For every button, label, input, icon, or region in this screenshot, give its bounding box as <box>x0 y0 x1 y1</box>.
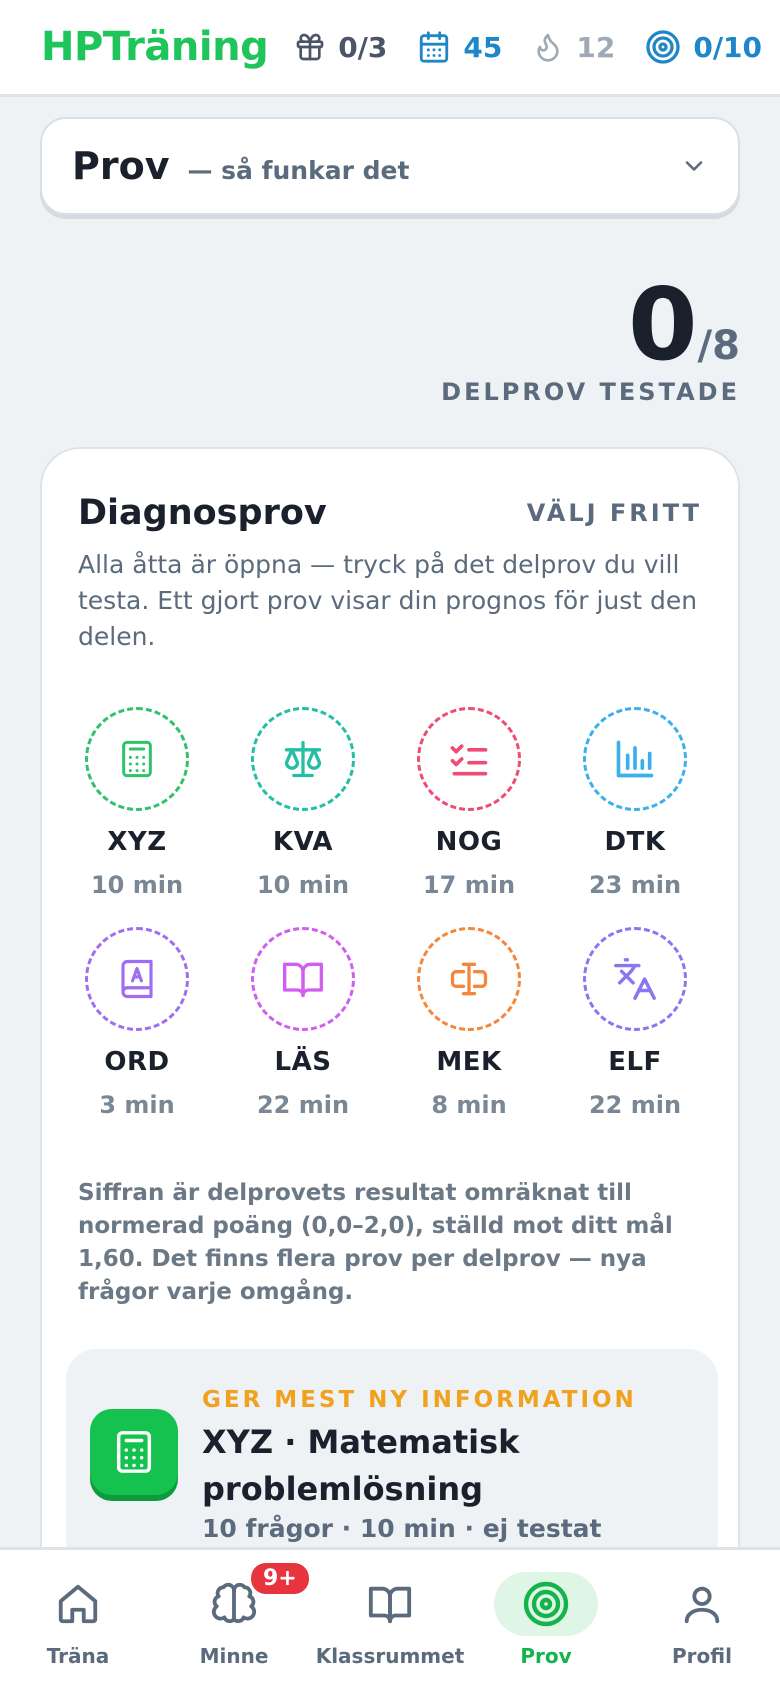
test-code: LÄS <box>274 1047 332 1077</box>
test-ring <box>417 927 521 1031</box>
recommended-test-card[interactable]: GER MEST NY INFORMATION XYZ · Matematisk… <box>66 1349 718 1569</box>
gift-icon <box>296 33 324 61</box>
tested-total: /8 <box>697 323 740 369</box>
flame-icon <box>537 33 560 62</box>
free-choice-label: VÄLJ FRITT <box>526 499 702 527</box>
calendar-stat[interactable]: 45 <box>417 30 502 64</box>
translate-icon <box>614 958 656 1000</box>
test-ring <box>85 707 189 811</box>
test-time: 17 min <box>422 871 516 899</box>
diagnos-header: Diagnosprov VÄLJ FRITT <box>78 493 702 533</box>
mode-title: Prov <box>72 144 170 188</box>
test-code: MEK <box>436 1047 502 1077</box>
nav-item-prov[interactable]: Prov <box>468 1550 624 1688</box>
scale-icon <box>284 740 322 778</box>
nav-item-minne[interactable]: 9+ Minne <box>156 1550 312 1688</box>
nav-item-klassrummet[interactable]: Klassrummet <box>312 1550 468 1688</box>
diagnos-title: Diagnosprov <box>78 493 327 533</box>
bar-chart-icon <box>616 740 654 778</box>
dictionary-icon <box>121 959 153 999</box>
test-code: KVA <box>272 827 334 857</box>
nav-label: Minne <box>199 1644 269 1668</box>
text-cursor-icon <box>450 962 488 996</box>
notification-badge: 9+ <box>248 1560 312 1597</box>
test-code: ORD <box>104 1047 170 1077</box>
test-time: 23 min <box>588 871 682 899</box>
test-tile-nog[interactable]: NOG 17 min <box>386 707 552 899</box>
test-ring <box>251 927 355 1031</box>
top-bar: HPTräning 0/3 45 12 0/10 <box>0 0 780 97</box>
test-ring <box>251 707 355 811</box>
test-tile-elf[interactable]: ELF 22 min <box>552 927 718 1119</box>
diagnos-card: Diagnosprov VÄLJ FRITT Alla åtta är öppn… <box>40 447 740 1688</box>
days-count: 45 <box>463 30 503 64</box>
recommended-meta: 10 frågor · 10 min · ej testat <box>202 1514 602 1543</box>
nav-label: Profil <box>672 1644 732 1668</box>
nav-icon-wrap <box>522 1580 570 1628</box>
streak-stat[interactable]: 12 <box>532 30 615 64</box>
calculator-icon <box>116 1431 152 1473</box>
chevron-down-icon <box>685 161 703 171</box>
test-tile-dtk[interactable]: DTK 23 min <box>552 707 718 899</box>
test-ring <box>417 707 521 811</box>
nav-label: Träna <box>46 1644 110 1668</box>
nav-icon-wrap <box>55 1580 101 1628</box>
test-time: 10 min <box>90 871 184 899</box>
app-logo[interactable]: HPTräning <box>41 24 269 70</box>
test-code: DTK <box>604 827 666 857</box>
score-note: Siffran är delprovets resultat omräknat … <box>78 1180 673 1305</box>
test-time: 22 min <box>256 1091 350 1119</box>
test-tile-las[interactable]: LÄS 22 min <box>220 927 386 1119</box>
test-grid: XYZ 10 min KVA 10 min NOG 17 min DTK 23 … <box>54 707 718 1119</box>
test-tile-xyz[interactable]: XYZ 10 min <box>54 707 220 899</box>
test-tile-ord[interactable]: ORD 3 min <box>54 927 220 1119</box>
tested-label: DELPROV TESTADE <box>441 378 740 406</box>
test-code: XYZ <box>107 827 167 857</box>
calculator-icon <box>122 740 152 778</box>
home-icon <box>58 1584 98 1624</box>
test-ring <box>583 927 687 1031</box>
mode-selector[interactable]: Prov — så funkar det <box>40 117 740 215</box>
goal-stat[interactable]: 0/10 <box>645 29 762 65</box>
test-time: 10 min <box>256 871 350 899</box>
stats-bar: 0/3 45 12 0/10 <box>294 29 762 65</box>
goal-count: 0/10 <box>693 30 763 64</box>
test-tile-mek[interactable]: MEK 8 min <box>386 927 552 1119</box>
gift-count: 0/3 <box>338 30 388 64</box>
test-code: NOG <box>435 827 503 857</box>
checklist-icon <box>450 744 488 776</box>
nav-label: Prov <box>520 1644 572 1668</box>
test-time: 22 min <box>588 1091 682 1119</box>
recommended-title: XYZ · Matematisk problemlösning <box>202 1423 520 1508</box>
test-time: 3 min <box>99 1091 175 1119</box>
recommended-kicker: GER MEST NY INFORMATION <box>202 1387 637 1413</box>
test-ring <box>85 927 189 1031</box>
bottom-nav: Träna 9+ Minne Klassrummet Prov Profil <box>0 1547 780 1688</box>
test-code: ELF <box>608 1047 662 1077</box>
streak-count: 12 <box>576 30 616 64</box>
nav-item-profil[interactable]: Profil <box>624 1550 780 1688</box>
target-icon <box>523 1581 569 1627</box>
tested-count: 0 <box>627 266 698 383</box>
user-icon <box>684 1586 720 1624</box>
target-icon <box>646 30 680 64</box>
recommended-test-icon <box>90 1409 178 1495</box>
nav-icon-wrap <box>679 1580 725 1628</box>
open-book-icon <box>283 962 323 998</box>
calendar-icon <box>420 31 449 63</box>
test-tile-kva[interactable]: KVA 10 min <box>220 707 386 899</box>
tested-counter: 0/8 <box>628 275 740 375</box>
diagnos-description: Alla åtta är öppna — tryck på det delpro… <box>78 550 698 651</box>
gift-stat[interactable]: 0/3 <box>294 31 387 64</box>
nav-label: Klassrummet <box>315 1644 465 1668</box>
book-icon <box>368 1586 412 1624</box>
mode-subtitle: — så funkar det <box>187 155 410 185</box>
nav-item-trana[interactable]: Träna <box>0 1550 156 1688</box>
nav-icon-wrap <box>366 1580 414 1628</box>
test-time: 8 min <box>431 1091 507 1119</box>
test-ring <box>583 707 687 811</box>
